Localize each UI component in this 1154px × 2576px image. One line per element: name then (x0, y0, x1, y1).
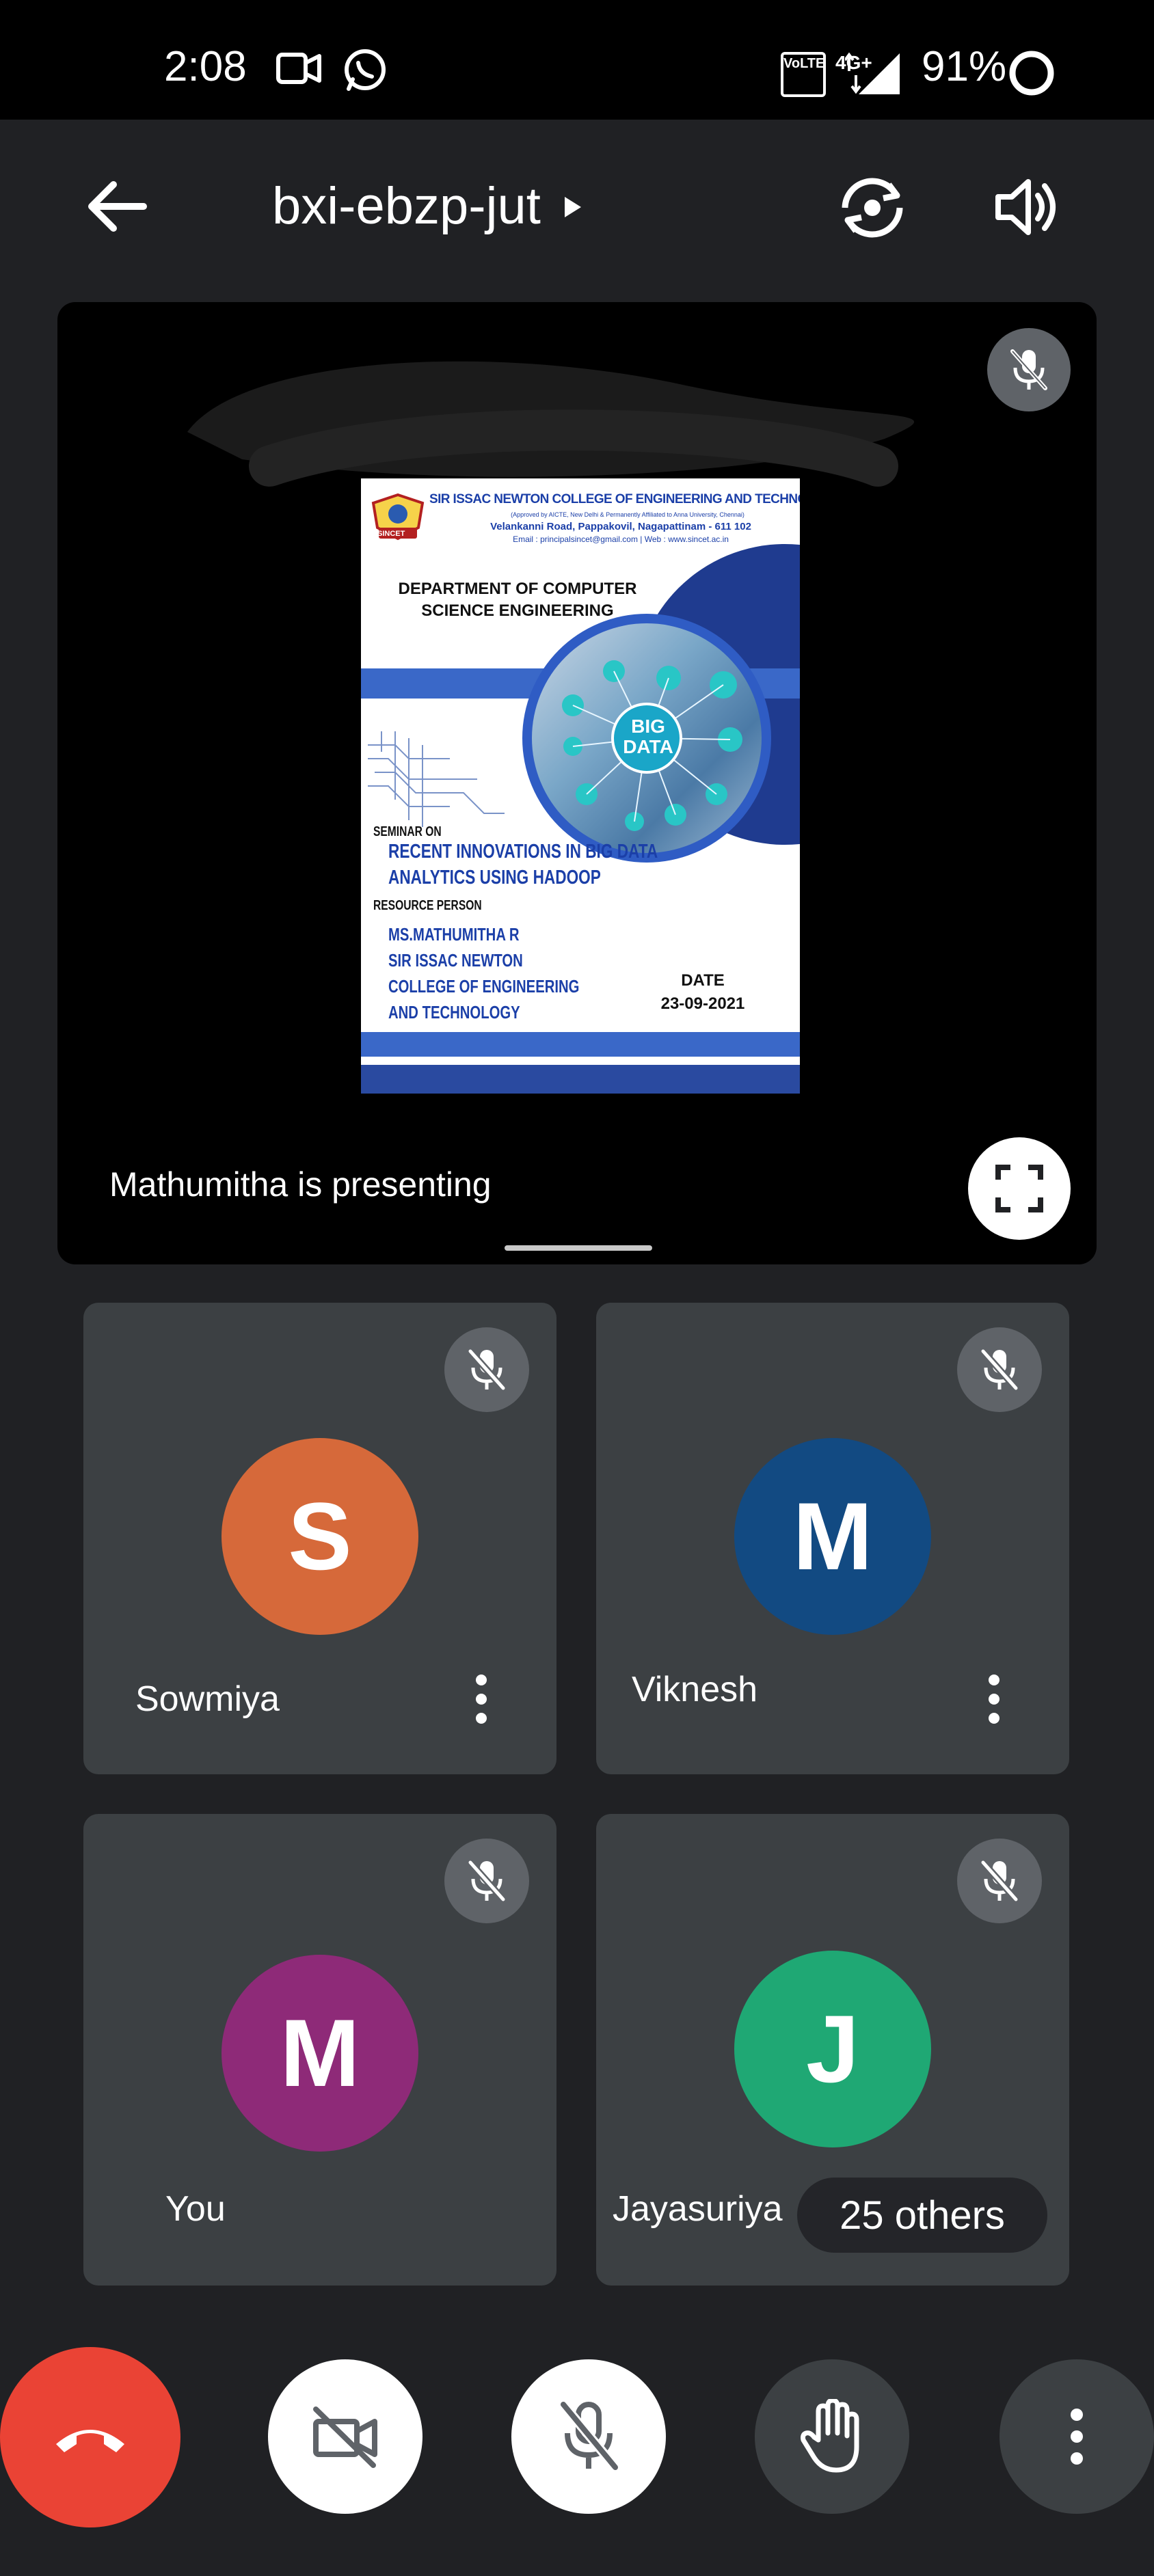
fullscreen-icon (995, 1165, 1043, 1212)
poster-topic-line1: RECENT INNOVATIONS IN BIG DATA (388, 841, 658, 863)
participant-tile-you[interactable]: M You (83, 1814, 556, 2286)
signal-icon (845, 52, 900, 94)
mute-badge (444, 1327, 529, 1412)
meeting-code[interactable]: bxi-ebzp-jut (272, 176, 541, 236)
presentation-scroll-handle[interactable] (505, 1245, 652, 1251)
camera-off-icon (313, 2406, 377, 2468)
mic-toggle-button[interactable] (511, 2359, 666, 2514)
poster-approval: (Approved by AICTE, New Delhi & Permanen… (511, 511, 744, 518)
whatsapp-icon (345, 49, 386, 91)
mic-off-icon (559, 2400, 619, 2472)
mic-off-icon (980, 1859, 1019, 1903)
bigdata-label: BIG DATA (613, 716, 684, 757)
more-options-button[interactable] (999, 2359, 1154, 2514)
raise-hand-button[interactable] (755, 2359, 909, 2514)
participant-name: Viknesh (632, 1670, 758, 1709)
bigdata-label-line2: DATA (623, 736, 673, 757)
poster-bottom-band-2 (361, 1065, 800, 1094)
battery-ring-icon (1009, 51, 1054, 96)
more-options-icon[interactable] (461, 1665, 502, 1733)
poster-person-line4: AND TECHNOLOGY (388, 1002, 520, 1022)
shared-poster: SINCET SIR ISSAC NEWTON COLLEGE OF ENGIN… (361, 478, 800, 1094)
fullscreen-button[interactable] (968, 1137, 1071, 1240)
mute-badge (957, 1839, 1042, 1923)
poster-seminar-on: SEMINAR ON (373, 824, 442, 839)
participant-name: Jayasuriya (613, 2189, 783, 2229)
poster-topic-line2: ANALYTICS USING HADOOP (388, 867, 601, 889)
back-arrow-icon[interactable] (86, 179, 148, 234)
participant-tile-viknesh[interactable]: M Viknesh (596, 1303, 1069, 1774)
avatar: M (734, 1438, 931, 1635)
participant-name: Sowmiya (135, 1679, 280, 1719)
participant-name: You (165, 2189, 226, 2229)
presenter-mute-badge (987, 328, 1071, 411)
poster-person-line1: MS.MATHUMITHA R (388, 924, 520, 945)
speaker-icon[interactable] (994, 176, 1060, 238)
poster-person-line2: SIR ISSAC NEWTON (388, 950, 523, 971)
mic-off-icon (467, 1859, 507, 1903)
end-call-button[interactable] (0, 2347, 180, 2527)
mic-off-icon (1010, 349, 1047, 390)
mic-off-icon (980, 1348, 1019, 1392)
battery-percent: 91% (922, 43, 1007, 90)
hang-up-icon (56, 2430, 124, 2452)
volte-icon: VoLTE (781, 52, 826, 97)
poster-college-name: SIR ISSAC NEWTON COLLEGE OF ENGINEERING … (429, 492, 800, 506)
avatar: S (222, 1438, 418, 1635)
poster-bottom-band-1 (361, 1032, 800, 1057)
poster-date-block: DATE 23-09-2021 (655, 969, 751, 1016)
switch-camera-icon[interactable] (838, 175, 907, 241)
logo-text: SINCET (377, 530, 405, 538)
raise-hand-icon (801, 2399, 859, 2473)
poster-date-value: 23-09-2021 (660, 994, 745, 1013)
poster-resource-person: RESOURCE PERSON (373, 898, 482, 913)
mute-badge (444, 1839, 529, 1923)
presentation-tile[interactable]: SINCET SIR ISSAC NEWTON COLLEGE OF ENGIN… (57, 302, 1097, 1264)
bigdata-label-line1: BIG (631, 716, 665, 737)
poster-date-label: DATE (681, 971, 725, 990)
avatar: M (222, 1955, 418, 2152)
mic-off-icon (467, 1348, 507, 1392)
circuit-graphic (368, 731, 505, 827)
presenting-label: Mathumitha is presenting (109, 1165, 492, 1204)
more-options-icon[interactable] (974, 1665, 1015, 1733)
poster-contact: Email : principalsincet@gmail.com | Web … (513, 534, 729, 544)
play-arrow-icon (565, 197, 581, 217)
more-vert-icon (1056, 2406, 1097, 2467)
avatar: J (734, 1951, 931, 2147)
participant-tile-sowmiya[interactable]: S Sowmiya (83, 1303, 556, 1774)
camera-toggle-button[interactable] (268, 2359, 422, 2514)
poster-person-block: MS.MATHUMITHA R SIR ISSAC NEWTON COLLEGE… (388, 921, 579, 1025)
others-button[interactable]: 25 others (797, 2178, 1047, 2253)
poster-address: Velankanni Road, Pappakovil, Nagapattina… (490, 521, 751, 532)
video-camera-icon (276, 53, 321, 84)
status-bar: 2:08 VoLTE 4G+ 91% (0, 0, 1154, 120)
mute-badge (957, 1327, 1042, 1412)
poster-person-line3: COLLEGE OF ENGINEERING (388, 976, 580, 996)
status-time: 2:08 (164, 43, 247, 90)
